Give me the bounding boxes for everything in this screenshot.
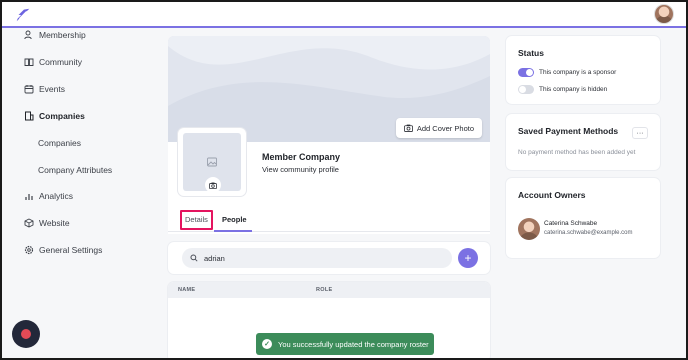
sponsor-toggle[interactable] bbox=[518, 68, 534, 77]
sidebar-subitem-company-attributes[interactable]: Company Attributes bbox=[38, 161, 112, 179]
sidebar-item-events[interactable]: Events bbox=[24, 80, 65, 98]
sidebar-item-label: General Settings bbox=[39, 245, 103, 255]
cover-photo: Add Cover Photo bbox=[168, 36, 490, 142]
user-avatar[interactable] bbox=[654, 4, 674, 24]
add-cover-photo-button[interactable]: Add Cover Photo bbox=[395, 118, 482, 138]
owner-avatar bbox=[518, 218, 540, 240]
sponsor-toggle-row: This company is a sponsor bbox=[518, 68, 616, 77]
gear-icon bbox=[24, 245, 34, 255]
camera-icon bbox=[403, 124, 413, 132]
highlight-annotation bbox=[180, 210, 213, 230]
sidebar-item-community[interactable]: Community bbox=[24, 53, 82, 71]
sidebar-item-general-settings[interactable]: General Settings bbox=[24, 241, 102, 259]
owner-name[interactable]: Caterina Schwabe bbox=[544, 220, 597, 227]
sidebar-item-label: Website bbox=[39, 218, 70, 228]
status-card: Status This company is a sponsor This co… bbox=[506, 36, 660, 104]
view-community-profile-link[interactable]: View community profile bbox=[262, 165, 339, 174]
sidebar-subitem-companies[interactable]: Companies bbox=[38, 134, 81, 152]
success-toast: ✓ You successfully updated the company r… bbox=[256, 333, 434, 355]
help-widget-button[interactable] bbox=[12, 320, 40, 348]
add-cover-photo-label: Add Cover Photo bbox=[416, 123, 474, 133]
sidebar-item-companies[interactable]: Companies bbox=[24, 107, 85, 125]
sidebar-item-label: Community bbox=[39, 57, 82, 67]
bar-chart-icon bbox=[24, 191, 34, 201]
more-horizontal-icon: ··· bbox=[636, 129, 644, 137]
payment-methods-card: Saved Payment Methods No payment method … bbox=[506, 114, 660, 170]
status-title: Status bbox=[518, 48, 544, 58]
company-name: Member Company bbox=[262, 152, 341, 162]
owner-email: caterina.schwabe@example.com bbox=[544, 230, 633, 236]
payment-methods-title: Saved Payment Methods bbox=[518, 126, 619, 136]
record-icon bbox=[21, 329, 31, 339]
tab-people[interactable]: People bbox=[222, 215, 247, 224]
app-frame: Membership Community Events Companies Co… bbox=[2, 2, 686, 358]
sidebar-item-label: Companies bbox=[39, 111, 85, 121]
toast-message: You successfully updated the company ros… bbox=[278, 339, 429, 349]
sidebar-item-label: Company Attributes bbox=[38, 165, 113, 175]
sidebar: Membership Community Events Companies Co… bbox=[2, 28, 162, 358]
hidden-toggle[interactable] bbox=[518, 85, 534, 94]
sidebar-item-label: Membership bbox=[39, 30, 86, 40]
calendar-icon bbox=[24, 84, 34, 94]
check-icon: ✓ bbox=[262, 339, 272, 349]
sidebar-item-membership[interactable]: Membership bbox=[24, 26, 86, 44]
hidden-toggle-row: This company is hidden bbox=[518, 85, 607, 94]
more-options-button[interactable]: ··· bbox=[632, 127, 648, 139]
image-icon bbox=[207, 157, 217, 167]
search-icon bbox=[190, 254, 198, 262]
feather-logo-icon[interactable] bbox=[14, 6, 32, 24]
photo-placeholder bbox=[183, 133, 241, 193]
column-header-role[interactable]: ROLE bbox=[316, 287, 332, 293]
plus-icon: + bbox=[464, 251, 472, 265]
sponsor-toggle-label: This company is a sponsor bbox=[539, 69, 617, 76]
upload-photo-button[interactable] bbox=[205, 177, 221, 193]
sidebar-item-label: Analytics bbox=[39, 191, 74, 201]
add-person-button[interactable]: + bbox=[458, 248, 478, 268]
building-icon bbox=[24, 111, 34, 121]
active-tab-indicator bbox=[214, 230, 252, 232]
account-owners-title: Account Owners bbox=[518, 190, 586, 200]
column-header-name[interactable]: NAME bbox=[178, 287, 195, 293]
camera-icon bbox=[209, 182, 217, 189]
sidebar-item-label: Events bbox=[39, 84, 65, 94]
table-header: NAME ROLE bbox=[168, 282, 490, 298]
hidden-toggle-label: This company is hidden bbox=[539, 86, 608, 93]
sidebar-item-analytics[interactable]: Analytics bbox=[24, 187, 73, 205]
search-value: adrian bbox=[204, 253, 225, 263]
sidebar-item-website[interactable]: Website bbox=[24, 214, 70, 232]
cube-icon bbox=[24, 218, 34, 228]
payment-empty-text: No payment method has been added yet bbox=[518, 149, 636, 156]
sidebar-item-label: Companies bbox=[38, 138, 81, 148]
search-card: adrian + bbox=[168, 242, 490, 274]
users-icon bbox=[24, 30, 34, 40]
company-photo bbox=[178, 128, 246, 196]
book-open-icon bbox=[24, 57, 34, 67]
top-bar bbox=[2, 2, 686, 28]
search-input[interactable]: adrian bbox=[182, 248, 452, 268]
